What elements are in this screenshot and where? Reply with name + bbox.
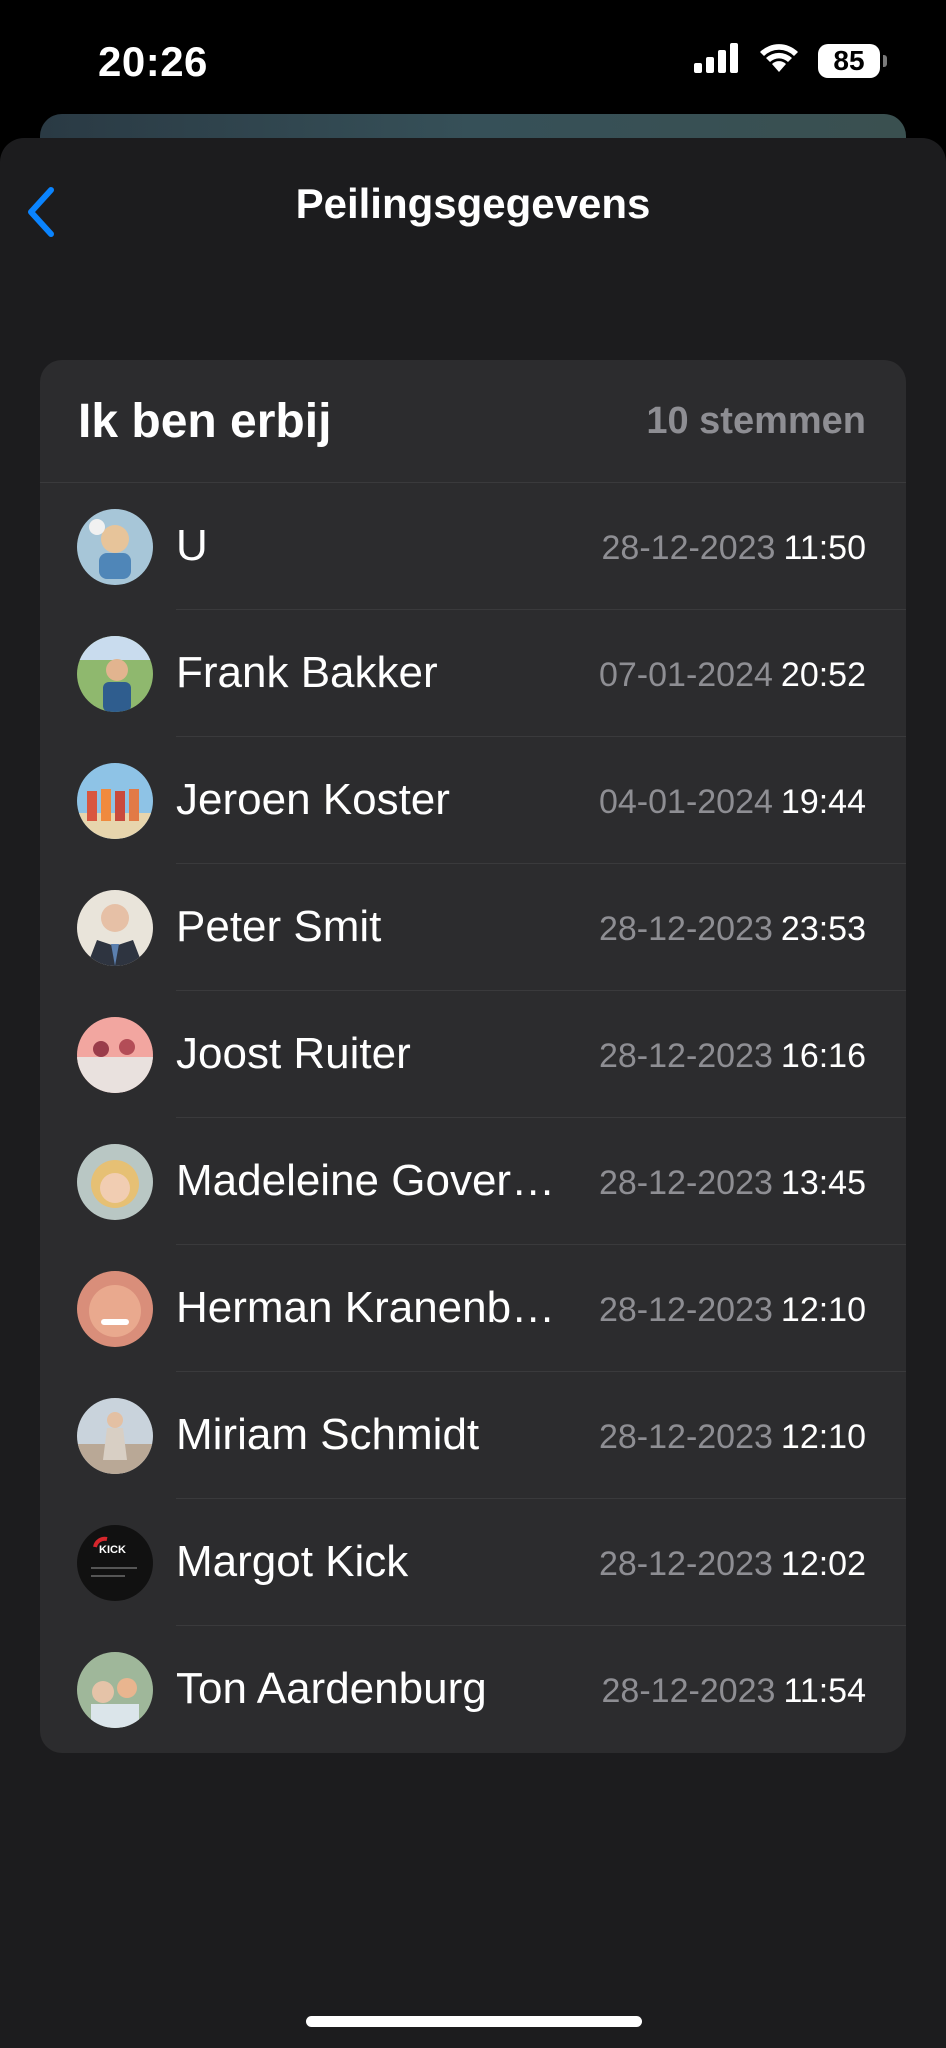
vote-time: 12:10 (780, 1291, 866, 1329)
vote-time: 13:45 (780, 1164, 866, 1202)
cellular-signal-icon (694, 43, 740, 78)
voter-name: Margot Kick (176, 1537, 409, 1586)
vote-timestamp: 28-12-2023 16:16 (599, 1037, 866, 1076)
vote-timestamp: 28-12-2023 12:10 (599, 1418, 866, 1457)
vote-timestamp: 07-01-2024 20:52 (599, 656, 866, 695)
vote-date: 28-12-2023 (601, 1672, 776, 1710)
vote-time: 23:53 (780, 910, 866, 948)
avatar (77, 636, 153, 712)
voter-name: Frank Bakker (176, 648, 438, 697)
poll-option-title: Ik ben erbij (78, 395, 332, 448)
vote-date: 04-01-2024 (598, 783, 773, 821)
voter-row[interactable]: Jeroen Koster 04-01-2024 19:44 (40, 737, 906, 864)
vote-date: 28-12-2023 (598, 1164, 773, 1202)
voter-row[interactable]: Herman Kranenb… 28-12-2023 12:10 (40, 1245, 906, 1372)
avatar (77, 1144, 153, 1220)
voter-name: Ton Aardenburg (176, 1664, 487, 1713)
status-icons: 85 (694, 42, 887, 79)
vote-time: 20:52 (780, 656, 866, 694)
voter-row[interactable]: U 28-12-2023 11:50 (40, 483, 906, 610)
vote-timestamp: 28-12-2023 11:50 (602, 529, 866, 568)
vote-date: 28-12-2023 (598, 910, 773, 948)
vote-time: 16:16 (780, 1037, 866, 1075)
vote-timestamp: 28-12-2023 23:53 (599, 910, 866, 949)
avatar (77, 890, 153, 966)
vote-date: 28-12-2023 (598, 1545, 773, 1583)
voter-name: U (176, 521, 208, 570)
vote-timestamp: 28-12-2023 12:02 (599, 1545, 866, 1584)
vote-timestamp: 28-12-2023 12:10 (599, 1291, 866, 1330)
avatar (77, 1398, 153, 1474)
poll-option-header: Ik ben erbij 10 stemmen (40, 360, 906, 483)
vote-timestamp: 04-01-2024 19:44 (599, 783, 866, 822)
battery-icon: 85 (818, 43, 887, 78)
poll-details-sheet: Peilingsgegevens Ik ben erbij 10 stemmen… (0, 138, 946, 2048)
vote-date: 28-12-2023 (598, 1418, 773, 1456)
avatar (77, 1652, 153, 1728)
voter-row[interactable]: Ton Aardenburg 28-12-2023 11:54 (40, 1626, 906, 1753)
voter-row[interactable]: Frank Bakker 07-01-2024 20:52 (40, 610, 906, 737)
vote-time: 11:54 (783, 1672, 866, 1710)
voter-row[interactable]: Miriam Schmidt 28-12-2023 12:10 (40, 1372, 906, 1499)
status-bar: 20:26 85 (0, 0, 946, 120)
vote-time: 19:44 (780, 783, 866, 821)
vote-date: 28-12-2023 (598, 1037, 773, 1075)
voter-row[interactable]: Joost Ruiter 28-12-2023 16:16 (40, 991, 906, 1118)
avatar (77, 763, 153, 839)
page-title: Peilingsgegevens (295, 180, 651, 227)
avatar: KICK (77, 1525, 153, 1601)
battery-level: 85 (833, 44, 865, 76)
voter-name: Joost Ruiter (176, 1029, 411, 1078)
voter-name: Madeleine Gover… (176, 1156, 556, 1205)
kick-logo-text: KICK (99, 1544, 126, 1556)
vote-time: 12:10 (780, 1418, 866, 1456)
home-indicator[interactable] (306, 2016, 642, 2027)
avatar (77, 1017, 153, 1093)
vote-date: 28-12-2023 (601, 529, 776, 567)
voter-name: Herman Kranenb… (176, 1283, 556, 1332)
voter-name: Peter Smit (176, 902, 382, 951)
wifi-icon (758, 42, 800, 79)
voter-row[interactable]: Peter Smit 28-12-2023 23:53 (40, 864, 906, 991)
voter-name: Jeroen Koster (176, 775, 450, 824)
avatar (77, 1271, 153, 1347)
vote-time: 11:50 (783, 529, 866, 567)
voter-row[interactable]: KICK Margot Kick 28-12-2023 12:02 (40, 1499, 906, 1626)
voter-name: Miriam Schmidt (176, 1410, 480, 1459)
vote-timestamp: 28-12-2023 11:54 (602, 1672, 866, 1711)
vote-count: 10 stemmen (646, 400, 866, 442)
avatar (77, 509, 153, 585)
vote-timestamp: 28-12-2023 13:45 (599, 1164, 866, 1203)
status-time: 20:26 (98, 38, 208, 85)
poll-option-card: Ik ben erbij 10 stemmen U 28-12-2023 11:5… (40, 360, 906, 1753)
vote-date: 28-12-2023 (598, 1291, 773, 1329)
vote-date: 07-01-2024 (598, 656, 773, 694)
voter-row[interactable]: Madeleine Gover… 28-12-2023 13:45 (40, 1118, 906, 1245)
vote-time: 12:02 (780, 1545, 866, 1583)
